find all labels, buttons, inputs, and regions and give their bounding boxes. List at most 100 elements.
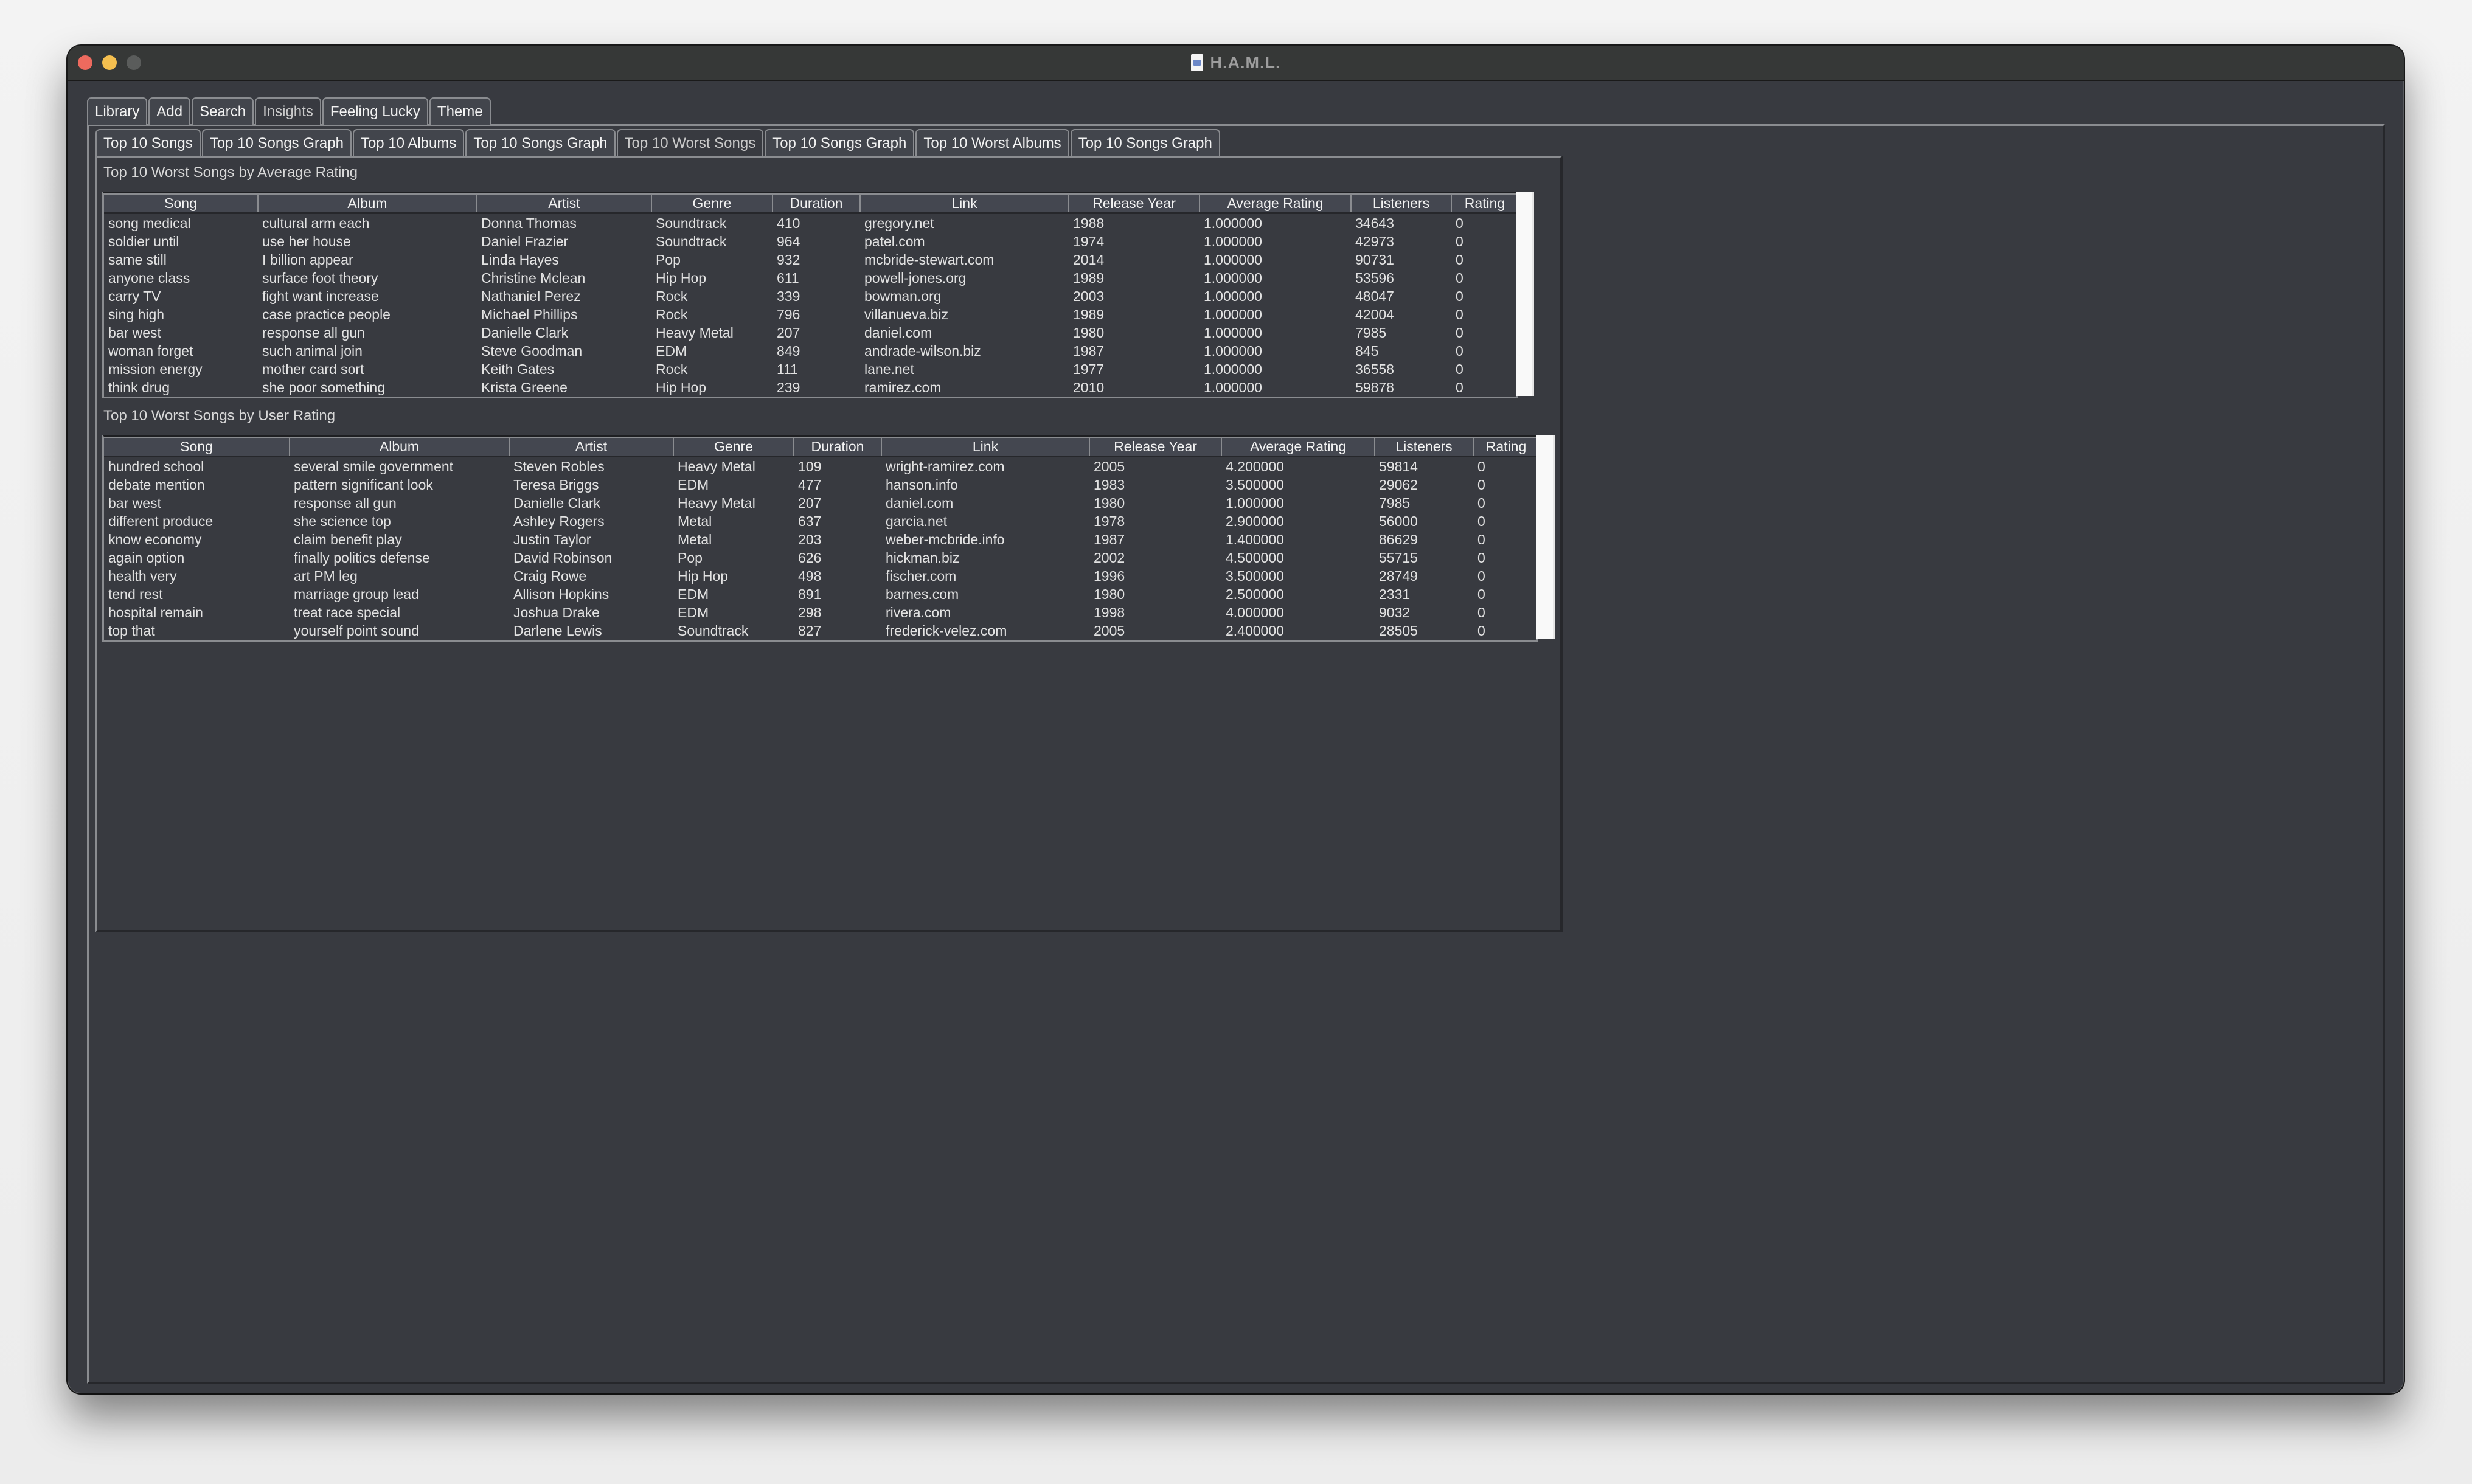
table-row[interactable]: song medical cultural arm each Donna Thoma… [104, 213, 1518, 233]
cell-genre: Pop [678, 550, 703, 566]
cell-artist: Linda Hayes [481, 252, 559, 268]
worst-by-average-rating-table[interactable]: Song Album Artist Genre Duration Link Release … [102, 192, 1518, 398]
cell-link: wright-ramirez.com [886, 459, 1005, 474]
avg-rating-section-label: Top 10 Worst Songs by Average Rating [103, 164, 358, 181]
cell-release-year: 1998 [1094, 605, 1125, 620]
column-header-song[interactable]: Song [104, 437, 290, 457]
cell-listeners: 59878 [1355, 380, 1394, 395]
cell-link: frederick-velez.com [886, 623, 1007, 639]
avg-rating-table-scrollbar[interactable] [1516, 192, 1534, 396]
tab-top-10-songs-graph-3[interactable]: Top 10 Songs Graph [765, 129, 915, 156]
title-bar[interactable]: H.A.M.L. [68, 46, 2404, 81]
table-row[interactable]: know economy claim benefit play Justin Tay… [104, 530, 1538, 549]
cell-song: debate mention [108, 477, 205, 493]
cell-link: fischer.com [886, 568, 957, 584]
column-header-duration[interactable]: Duration [772, 193, 861, 214]
tab-top-10-songs-graph[interactable]: Top 10 Songs Graph [201, 129, 352, 156]
column-header-song[interactable]: Song [104, 193, 259, 214]
table-row[interactable]: mission energy mother card sort Keith Gate… [104, 360, 1518, 378]
table-row[interactable]: anyone class surface foot theory Christine… [104, 269, 1518, 287]
column-header-genre[interactable]: Genre [651, 193, 773, 214]
table-row[interactable]: different produce she science top Ashley R… [104, 512, 1538, 530]
column-header-artist[interactable]: Artist [477, 193, 652, 214]
tab-insights[interactable]: Insights [255, 97, 321, 125]
cell-rating: 0 [1477, 477, 1485, 493]
table-row[interactable]: again option finally politics defense Davi… [104, 549, 1538, 567]
column-header-release-year[interactable]: Release Year [1089, 437, 1222, 457]
column-header-album[interactable]: Album [258, 193, 477, 214]
table-row[interactable]: same still I billion appear Linda Hayes Pop… [104, 251, 1518, 269]
cell-artist: Nathaniel Perez [481, 288, 581, 304]
column-header-average-rating[interactable]: Average Rating [1221, 437, 1375, 457]
column-header-album[interactable]: Album [290, 437, 510, 457]
tab-theme[interactable]: Theme [429, 97, 491, 125]
table-row[interactable]: sing high case practice people Michael Phi… [104, 305, 1518, 324]
cell-average-rating: 1.000000 [1204, 307, 1262, 322]
table-row[interactable]: top that yourself point sound Darlene Lewi… [104, 622, 1538, 640]
table-row[interactable]: carry TV fight want increase Nathaniel Per… [104, 287, 1518, 305]
column-header-link[interactable]: Link [860, 193, 1069, 214]
cell-release-year: 1988 [1073, 215, 1105, 231]
table-row[interactable]: health very art PM leg Craig Rowe Hip Hop 49… [104, 567, 1538, 585]
tab-top-10-worst-songs[interactable]: Top 10 Worst Songs [616, 129, 764, 156]
cell-artist: Ashley Rogers [513, 513, 605, 529]
cell-rating: 0 [1456, 234, 1463, 249]
column-header-genre[interactable]: Genre [673, 437, 794, 457]
column-header-release-year[interactable]: Release Year [1069, 193, 1200, 214]
table-row[interactable]: bar west response all gun Danielle Clark He… [104, 494, 1538, 512]
cell-listeners: 7985 [1379, 495, 1411, 511]
cell-genre: Metal [678, 532, 712, 547]
table-row[interactable]: think drug she poor something Krista Green… [104, 378, 1518, 397]
tab-top-10-songs-graph-2[interactable]: Top 10 Songs Graph [465, 129, 616, 156]
cell-release-year: 2010 [1073, 380, 1105, 395]
cell-rating: 0 [1477, 495, 1485, 511]
cell-genre: Hip Hop [678, 568, 729, 584]
cell-album: she science top [294, 513, 391, 529]
column-header-artist[interactable]: Artist [509, 437, 674, 457]
tab-add[interactable]: Add [148, 97, 191, 125]
cell-song: again option [108, 550, 185, 566]
cell-link: andrade-wilson.biz [864, 343, 981, 359]
cell-average-rating: 2.900000 [1226, 513, 1284, 529]
table-row[interactable]: hospital remain treat race special Joshua … [104, 603, 1538, 622]
cell-song: top that [108, 623, 155, 639]
column-header-rating[interactable]: Rating [1473, 437, 1538, 457]
column-header-rating[interactable]: Rating [1451, 193, 1518, 214]
table-row[interactable]: hundred school several smile government St… [104, 457, 1538, 476]
table-header-row: Song Album Artist Genre Duration Link Release … [104, 193, 1518, 214]
cell-duration: 637 [798, 513, 822, 529]
table-row[interactable]: soldier until use her house Daniel Frazier… [104, 232, 1518, 251]
column-header-duration[interactable]: Duration [794, 437, 882, 457]
cell-average-rating: 1.000000 [1204, 325, 1262, 341]
cell-duration: 477 [798, 477, 822, 493]
cell-duration: 111 [777, 361, 798, 377]
cell-average-rating: 1.000000 [1204, 252, 1262, 268]
cell-rating: 0 [1477, 568, 1485, 584]
tab-top-10-albums[interactable]: Top 10 Albums [352, 129, 465, 156]
cell-listeners: 34643 [1355, 215, 1394, 231]
table-row[interactable]: tend rest marriage group lead Allison Hopk… [104, 585, 1538, 603]
table-row[interactable]: woman forget such animal join Steve Goodma… [104, 342, 1518, 360]
cell-rating: 0 [1477, 623, 1485, 639]
cell-album: use her house [262, 234, 351, 249]
table-row[interactable]: bar west response all gun Danielle Clark He… [104, 324, 1518, 342]
cell-song: bar west [108, 325, 161, 341]
tab-top-10-songs[interactable]: Top 10 Songs [95, 129, 201, 156]
column-header-listeners[interactable]: Listeners [1351, 193, 1452, 214]
tab-top-10-songs-graph-4[interactable]: Top 10 Songs Graph [1070, 129, 1220, 156]
cell-release-year: 1980 [1094, 495, 1125, 511]
cell-album: marriage group lead [294, 586, 419, 602]
user-rating-table-scrollbar[interactable] [1536, 435, 1555, 639]
column-header-listeners[interactable]: Listeners [1375, 437, 1474, 457]
cell-duration: 207 [798, 495, 822, 511]
column-header-link[interactable]: Link [881, 437, 1090, 457]
tab-library[interactable]: Library [87, 97, 148, 125]
cell-average-rating: 2.500000 [1226, 586, 1284, 602]
column-header-average-rating[interactable]: Average Rating [1200, 193, 1352, 214]
table-row[interactable]: debate mention pattern significant look Te… [104, 476, 1538, 494]
tab-top-10-worst-albums[interactable]: Top 10 Worst Albums [915, 129, 1069, 156]
worst-by-user-rating-table[interactable]: Song Album Artist Genre Duration Link Release … [102, 435, 1538, 642]
cell-album: art PM leg [294, 568, 358, 584]
tab-feeling-lucky[interactable]: Feeling Lucky [322, 97, 428, 125]
tab-search[interactable]: Search [192, 97, 254, 125]
